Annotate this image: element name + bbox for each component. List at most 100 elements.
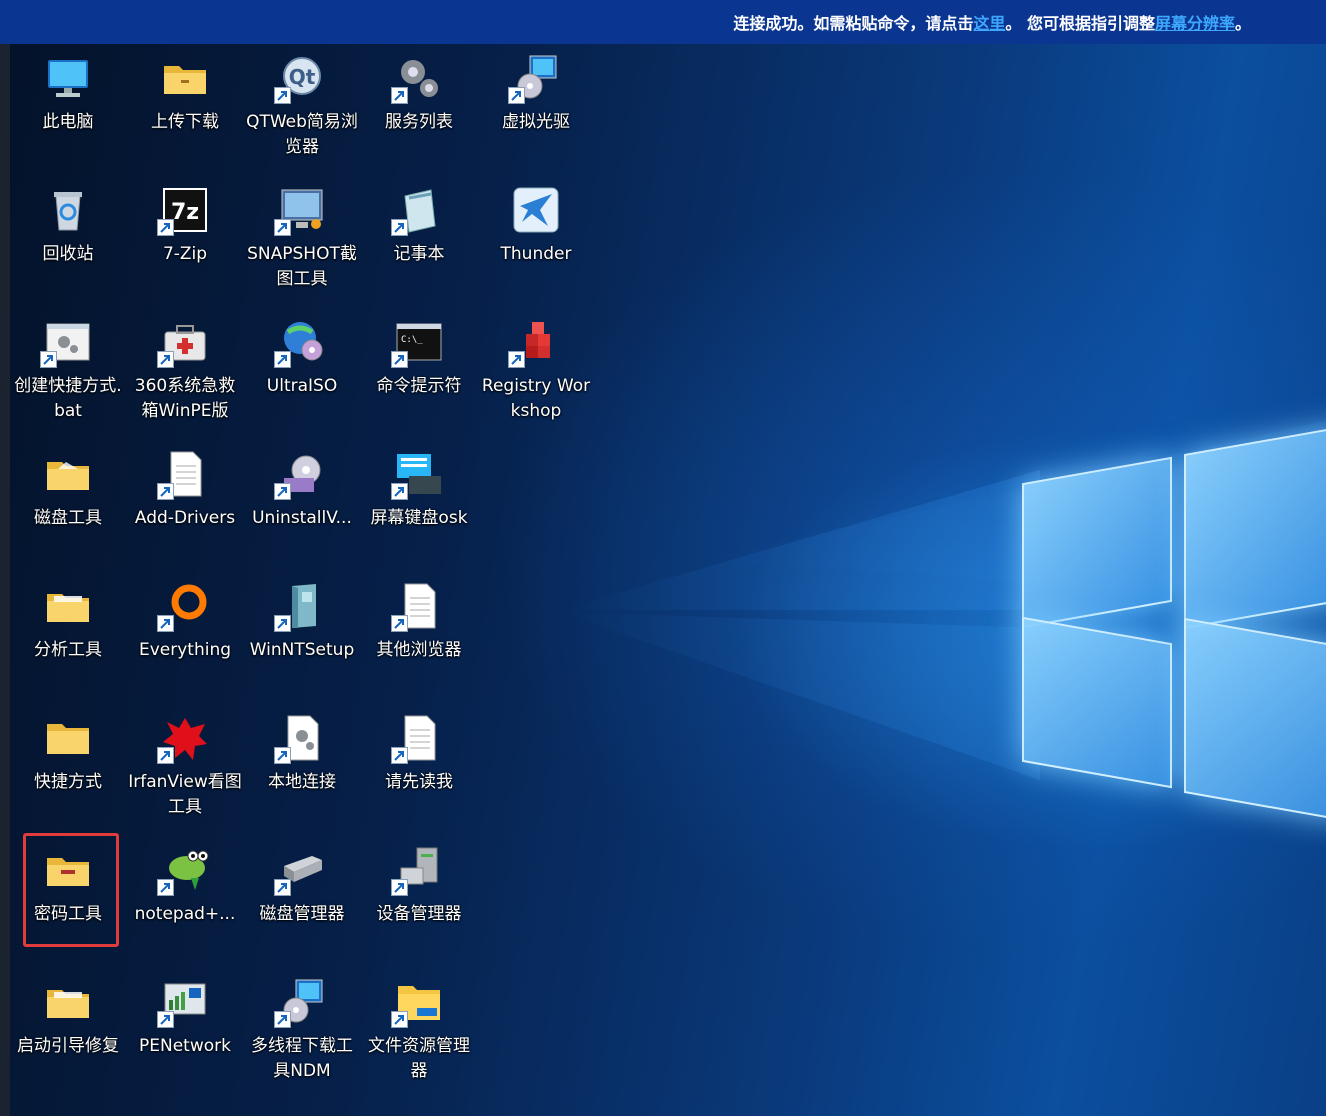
icon-label: notepad+... bbox=[134, 904, 236, 924]
banner-text: 连接成功。如需粘贴命令，请点击 bbox=[733, 14, 974, 33]
windows-logo bbox=[1010, 425, 1326, 850]
desktop-icon-services[interactable]: 服务列表 bbox=[361, 44, 477, 164]
desktop-icon-command-prompt[interactable]: C:\_ 命令提示符 bbox=[361, 308, 477, 428]
desktop-icon-create-shortcut-bat[interactable]: 创建快捷方式.bat bbox=[10, 308, 126, 428]
keyboard-icon bbox=[391, 450, 443, 500]
icon-label: 此电脑 bbox=[42, 112, 94, 132]
icon-label: 7-Zip bbox=[162, 244, 208, 264]
shortcut-arrow-icon bbox=[40, 351, 57, 368]
shortcut-arrow-icon bbox=[274, 483, 291, 500]
desktop-icon-virtual-drive[interactable]: 虚拟光驱 bbox=[478, 44, 594, 164]
desktop-icon-password-tools[interactable]: 密码工具 bbox=[10, 836, 126, 956]
icon-label: 服务列表 bbox=[385, 112, 453, 132]
shortcut-arrow-icon bbox=[274, 87, 291, 104]
desktop-icon-uninstallview[interactable]: UninstallV... bbox=[244, 440, 360, 560]
icon-label: 密码工具 bbox=[34, 904, 102, 924]
desktop-icon-thunder[interactable]: Thunder bbox=[478, 176, 594, 296]
icon-label: 快捷方式 bbox=[34, 772, 102, 792]
shortcut-arrow-icon bbox=[391, 219, 408, 236]
folder-icon bbox=[44, 978, 92, 1026]
icon-label: Registry Workshop bbox=[481, 376, 591, 421]
file-explorer-icon bbox=[391, 978, 443, 1028]
icon-label: 360系统急救箱WinPE版 bbox=[134, 376, 236, 421]
icon-label: 分析工具 bbox=[34, 640, 102, 660]
desktop-icon-360-rescue[interactable]: 360系统急救箱WinPE版 bbox=[127, 308, 243, 428]
windows-logo-pane bbox=[1184, 617, 1326, 822]
paste-command-link[interactable]: 这里 bbox=[973, 10, 1005, 34]
document-icon bbox=[157, 450, 209, 500]
icon-label: 请先读我 bbox=[385, 772, 453, 792]
shortcut-arrow-icon bbox=[157, 615, 174, 632]
desktop-icon-notepad[interactable]: 记事本 bbox=[361, 176, 477, 296]
shortcut-arrow-icon bbox=[274, 219, 291, 236]
document-icon bbox=[391, 582, 443, 632]
desktop-icon-notepad-plus-plus[interactable]: notepad+... bbox=[127, 836, 243, 956]
shortcut-arrow-icon bbox=[508, 87, 525, 104]
banner-text: 。 您可根据指引调整 bbox=[1005, 14, 1155, 33]
desktop-icon-file-explorer[interactable]: 文件资源管理器 bbox=[361, 968, 477, 1088]
left-edge-strip bbox=[0, 0, 10, 1116]
document-icon bbox=[391, 714, 443, 764]
notepad-plus-plus-icon bbox=[157, 846, 209, 896]
desktop-icon-disk-manager[interactable]: 磁盘管理器 bbox=[244, 836, 360, 956]
desktop-icon-ndm[interactable]: 多线程下载工具NDM bbox=[244, 968, 360, 1088]
icon-label: UninstallV... bbox=[252, 508, 352, 528]
disk-manager-icon bbox=[274, 846, 326, 896]
desktop-icon-disk-tools[interactable]: 磁盘工具 bbox=[10, 440, 126, 560]
desktop-icon-local-connection[interactable]: 本地连接 bbox=[244, 704, 360, 824]
registry-icon bbox=[508, 318, 560, 368]
gears-icon bbox=[391, 54, 443, 104]
command-prompt-icon: C:\_ bbox=[391, 318, 443, 368]
folder-icon bbox=[161, 54, 209, 102]
desktop-icon-shortcuts[interactable]: 快捷方式 bbox=[10, 704, 126, 824]
screen-resolution-link[interactable]: 屏幕分辨率 bbox=[1155, 10, 1235, 34]
icon-label: 虚拟光驱 bbox=[502, 112, 570, 132]
banner-text: 。 bbox=[1234, 14, 1251, 33]
desktop-icon-other-browsers[interactable]: 其他浏览器 bbox=[361, 572, 477, 692]
desktop-icon-analysis-tools[interactable]: 分析工具 bbox=[10, 572, 126, 692]
shortcut-arrow-icon bbox=[391, 615, 408, 632]
icon-label: 多线程下载工具NDM bbox=[251, 1036, 353, 1081]
shortcut-arrow-icon bbox=[157, 219, 174, 236]
desktop-icon-winntsetup[interactable]: WinNTSetup bbox=[244, 572, 360, 692]
device-manager-icon bbox=[391, 846, 443, 896]
desktop-icon-snapshot[interactable]: SNAPSHOT截图工具 bbox=[244, 176, 360, 296]
windows-logo-pane bbox=[1022, 456, 1172, 629]
desktop-icon-upload-download[interactable]: 上传下载 bbox=[127, 44, 243, 164]
desktop-icon-penetwork[interactable]: PENetwork bbox=[127, 968, 243, 1088]
desktop-icon-recycle-bin[interactable]: 回收站 bbox=[10, 176, 126, 296]
desktop-icon-add-drivers[interactable]: Add-Drivers bbox=[127, 440, 243, 560]
icon-label: UltraISO bbox=[266, 376, 338, 396]
windows-logo-pane bbox=[1184, 425, 1326, 630]
desktop-icon-irfanview[interactable]: IrfanView看图工具 bbox=[127, 704, 243, 824]
shortcut-arrow-icon bbox=[391, 1011, 408, 1028]
icon-label: 命令提示符 bbox=[376, 376, 462, 396]
irfanview-icon bbox=[157, 714, 209, 764]
shortcut-arrow-icon bbox=[391, 483, 408, 500]
icon-label: 上传下载 bbox=[151, 112, 219, 132]
desktop-icon-device-manager[interactable]: 设备管理器 bbox=[361, 836, 477, 956]
folder-icon bbox=[44, 846, 92, 894]
ultraiso-icon bbox=[274, 318, 326, 368]
icon-label: 本地连接 bbox=[268, 772, 336, 792]
folder-icon bbox=[44, 714, 92, 762]
icon-label: 其他浏览器 bbox=[376, 640, 462, 660]
desktop-icon-boot-repair[interactable]: 启动引导修复 bbox=[10, 968, 126, 1088]
virtual-drive-icon bbox=[508, 54, 560, 104]
svg-text:7z: 7z bbox=[171, 200, 199, 225]
desktop-icon-this-pc[interactable]: 此电脑 bbox=[10, 44, 126, 164]
desktop-icon-ultraiso[interactable]: UltraISO bbox=[244, 308, 360, 428]
desktop-icon-7zip[interactable]: 7z 7-Zip bbox=[127, 176, 243, 296]
icon-label: Everything bbox=[138, 640, 232, 660]
desktop-icon-registry-workshop[interactable]: Registry Workshop bbox=[478, 308, 594, 428]
icon-label: 磁盘管理器 bbox=[259, 904, 345, 924]
desktop-icon-everything[interactable]: Everything bbox=[127, 572, 243, 692]
desktop-icon-readme[interactable]: 请先读我 bbox=[361, 704, 477, 824]
recycle-bin-icon bbox=[44, 186, 92, 234]
desktop-icon-osk[interactable]: 屏幕键盘osk bbox=[361, 440, 477, 560]
desktop-icon-qtweb-browser[interactable]: Qt QTWeb简易浏览器 bbox=[244, 44, 360, 164]
icon-label: 设备管理器 bbox=[376, 904, 462, 924]
shortcut-arrow-icon bbox=[508, 351, 525, 368]
shortcut-arrow-icon bbox=[391, 747, 408, 764]
icon-label: 启动引导修复 bbox=[17, 1036, 119, 1056]
